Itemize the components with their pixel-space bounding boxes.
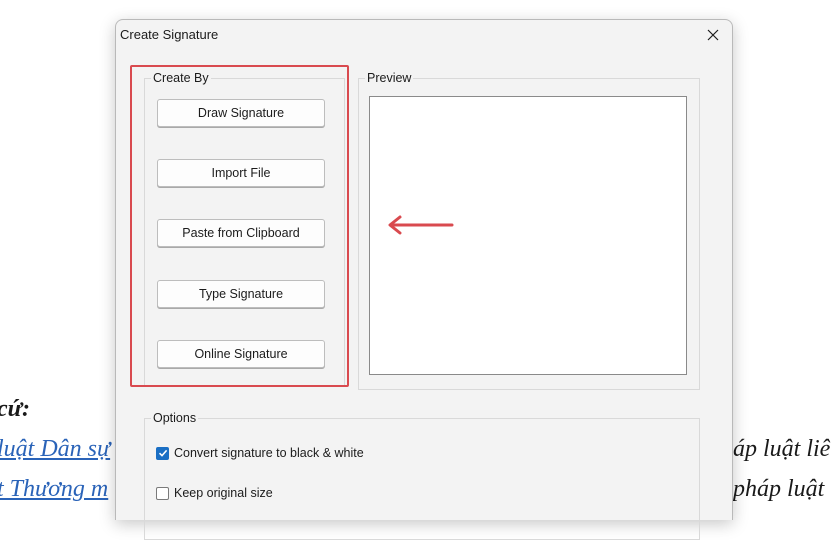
document-link-commercial-law[interactable]: t Thương m: [0, 476, 108, 503]
convert-black-white-label: Convert signature to black & white: [174, 446, 364, 460]
options-group: Options: [144, 411, 700, 540]
check-icon: [158, 449, 167, 457]
type-signature-button[interactable]: Type Signature: [157, 280, 325, 308]
import-file-button[interactable]: Import File: [157, 159, 325, 187]
document-heading: cứ:: [0, 396, 31, 422]
left-arrow-icon: [388, 215, 454, 235]
close-icon: [707, 29, 719, 41]
draw-signature-button[interactable]: Draw Signature: [157, 99, 325, 127]
create-by-label: Create By: [151, 71, 211, 86]
preview-label: Preview: [365, 71, 414, 86]
paste-from-clipboard-button[interactable]: Paste from Clipboard: [157, 219, 325, 247]
convert-black-white-checkbox-row[interactable]: Convert signature to black & white: [156, 446, 364, 460]
close-button[interactable]: [700, 23, 726, 47]
keep-original-size-label: Keep original size: [174, 486, 273, 500]
document-text-right-1: áp luật liê: [733, 436, 831, 462]
options-label: Options: [151, 411, 199, 426]
document-text-right-2: pháp luật: [733, 476, 825, 502]
keep-original-size-checkbox-row[interactable]: Keep original size: [156, 486, 273, 500]
document-link-civil-law[interactable]: luật Dân sự: [0, 436, 110, 463]
create-signature-dialog: Create Signature Create By Draw Signatur…: [115, 19, 733, 540]
keep-original-size-checkbox[interactable]: [156, 486, 169, 500]
convert-black-white-checkbox[interactable]: [156, 446, 169, 460]
online-signature-button[interactable]: Online Signature: [157, 340, 325, 368]
dialog-titlebar: Create Signature: [116, 20, 732, 50]
dialog-title: Create Signature: [120, 27, 219, 42]
